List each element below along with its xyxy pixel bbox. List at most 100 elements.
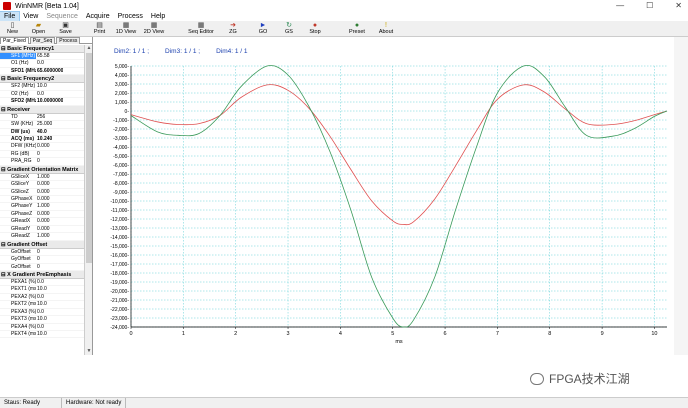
menu-item-help[interactable]: Help	[147, 12, 169, 21]
param-row[interactable]: GPhaseX 0.000	[0, 196, 84, 204]
param-value[interactable]: 0.000	[36, 218, 50, 224]
param-row[interactable]: GReadZ 1.000	[0, 233, 84, 241]
param-row[interactable]: GzOffset 0	[0, 264, 84, 271]
param-value[interactable]: 0.000	[36, 181, 50, 187]
fid-chart[interactable]: 5,000- 4,000- 3,000- 2,000- 1,000- 0- -1,000- -…	[94, 37, 674, 355]
param-value[interactable]: 0.0	[36, 60, 44, 66]
param-row[interactable]: SFO1 (MHz)65.6000000	[0, 68, 84, 76]
param-row[interactable]: SW (KHz) 25.000	[0, 121, 84, 129]
param-row[interactable]: ACQ (ms) 10.240	[0, 136, 84, 144]
scroll-up-icon[interactable]: ▲	[85, 45, 92, 52]
param-row[interactable]: SF1 (MHz) 65.58	[0, 53, 84, 61]
param-row[interactable]: PEXT4 (ms) 10.0	[0, 331, 84, 339]
param-row[interactable]: PEXA1 (%) 0.0	[0, 279, 84, 287]
1d-view-button[interactable]: ▦ 1D View	[112, 21, 140, 37]
menu-item-file[interactable]: File	[0, 11, 21, 22]
param-row[interactable]: RG (dB) 0	[0, 151, 84, 159]
about-button[interactable]: ! About	[372, 21, 400, 37]
param-value[interactable]: 0	[36, 158, 40, 164]
param-row[interactable]: SFO2 (MHz)10.0000000	[0, 98, 84, 106]
param-value[interactable]: 0.000	[36, 211, 50, 217]
param-section-header[interactable]: ⊟ Basic Frequency2	[0, 75, 84, 84]
param-row[interactable]: TD 256	[0, 114, 84, 122]
param-value[interactable]: 256	[36, 114, 45, 120]
param-row[interactable]: PEXA2 (%) 0.0	[0, 294, 84, 302]
param-value[interactable]: 0.000	[36, 226, 50, 232]
param-row[interactable]: GxOffset 0	[0, 249, 84, 257]
param-value[interactable]: 65.6000000	[36, 68, 63, 74]
param-row[interactable]: GSliceY 0.000	[0, 181, 84, 189]
param-value[interactable]: 25.000	[36, 121, 52, 127]
param-row[interactable]: PEXT1 (ms) 10.0	[0, 286, 84, 294]
param-row[interactable]: GSliceX 1.000	[0, 174, 84, 182]
menu-item-process[interactable]: Process	[114, 12, 147, 21]
param-value[interactable]: 0	[36, 264, 40, 270]
scroll-down-icon[interactable]: ▼	[85, 348, 92, 355]
menu-item-sequence[interactable]: Sequence	[42, 12, 82, 21]
param-section-header[interactable]: ⊟ Receiver	[0, 105, 84, 114]
param-value[interactable]: 1.000	[36, 203, 50, 209]
tab-process[interactable]: Process	[56, 37, 81, 44]
param-value[interactable]: 0.000	[36, 143, 50, 149]
param-row[interactable]: PEXT3 (ms) 10.0	[0, 316, 84, 324]
open-button[interactable]: ▰ Open	[25, 21, 52, 37]
stop-button[interactable]: ● Stop	[302, 21, 328, 37]
param-row[interactable]: GPhaseY 1.000	[0, 203, 84, 211]
param-value[interactable]: 0.0	[36, 91, 44, 97]
param-row[interactable]: SF2 (MHz) 10.0	[0, 83, 84, 91]
new-button[interactable]: ▯ New	[0, 21, 25, 37]
param-row[interactable]: PRA_RG 0	[0, 158, 84, 166]
menu-item-acquire[interactable]: Acquire	[82, 12, 114, 21]
param-value[interactable]: 10.0	[36, 331, 47, 337]
go-button[interactable]: ► GO	[250, 21, 276, 37]
param-value[interactable]: 40.0	[36, 129, 47, 135]
param-value[interactable]: 1.000	[36, 233, 50, 239]
2d-view-button[interactable]: ▦ 2D View	[140, 21, 168, 37]
param-value[interactable]: 0.000	[36, 189, 50, 195]
zg-button[interactable]: ➜ ZG	[216, 21, 250, 37]
maximize-icon[interactable]: ☐	[646, 1, 653, 10]
param-row[interactable]: O2 (Hz) 0.0	[0, 91, 84, 99]
param-section-header[interactable]: ⊟ Gradient Offset	[0, 240, 84, 249]
param-value[interactable]: 0	[36, 249, 40, 255]
param-value[interactable]: 0.000	[36, 196, 50, 202]
param-value[interactable]: 10.0000000	[36, 98, 63, 104]
gs-button[interactable]: ↻ GS	[276, 21, 302, 37]
param-value[interactable]: 0.0	[36, 309, 44, 315]
param-value[interactable]: 0.0	[36, 279, 44, 285]
param-value[interactable]: 1.000	[36, 174, 50, 180]
save-button[interactable]: ▣ Save	[52, 21, 79, 37]
print-button[interactable]: ▤ Print	[87, 21, 112, 37]
param-row[interactable]: GReadX 0.000	[0, 218, 84, 226]
param-section-header[interactable]: ⊟ Gradient Orientation Matrix	[0, 165, 84, 174]
param-row[interactable]: O1 (Hz) 0.0	[0, 60, 84, 68]
param-row[interactable]: PEXT2 (ms) 10.0	[0, 301, 84, 309]
param-row[interactable]: GyOffset 0	[0, 256, 84, 264]
param-value[interactable]: 65.58	[36, 53, 50, 59]
param-row[interactable]: GReadY 0.000	[0, 226, 84, 234]
param-section-header[interactable]: ⊟ X Gradient PreEmphasis	[0, 270, 84, 279]
param-row[interactable]: GPhaseZ 0.000	[0, 211, 84, 219]
param-value[interactable]: 10.0	[36, 83, 47, 89]
param-row[interactable]: DFW (KHz) 0.000	[0, 143, 84, 151]
param-section-header[interactable]: ⊟ Basic Frequency1	[0, 45, 84, 53]
minimize-icon[interactable]: —	[616, 1, 624, 10]
param-row[interactable]: PEXA4 (%) 0.0	[0, 324, 84, 331]
menu-item-view[interactable]: View	[19, 12, 42, 21]
param-row[interactable]: GSliceZ 0.000	[0, 189, 84, 196]
tab-par-fixed[interactable]: Par_Fixed	[0, 37, 29, 44]
param-value[interactable]: 10.0	[36, 316, 47, 322]
tab-par-seq[interactable]: Par_Seq	[29, 37, 56, 44]
param-row[interactable]: PEXA3 (%) 0.0	[0, 309, 84, 317]
param-value[interactable]: 10.0	[36, 286, 47, 292]
param-value[interactable]: 0	[36, 151, 40, 157]
param-value[interactable]: 10.0	[36, 301, 47, 307]
param-value[interactable]: 0.0	[36, 324, 44, 330]
param-value[interactable]: 0.0	[36, 294, 44, 300]
close-icon[interactable]: ✕	[675, 1, 682, 10]
seq-editor-button[interactable]: ▦ Seq Editor	[186, 21, 216, 37]
preset-button[interactable]: ● Preset	[342, 21, 372, 37]
parameter-scrollbar[interactable]: ▲ ▼	[84, 45, 92, 355]
param-value[interactable]: 10.240	[36, 136, 52, 142]
scroll-thumb[interactable]	[86, 53, 92, 263]
